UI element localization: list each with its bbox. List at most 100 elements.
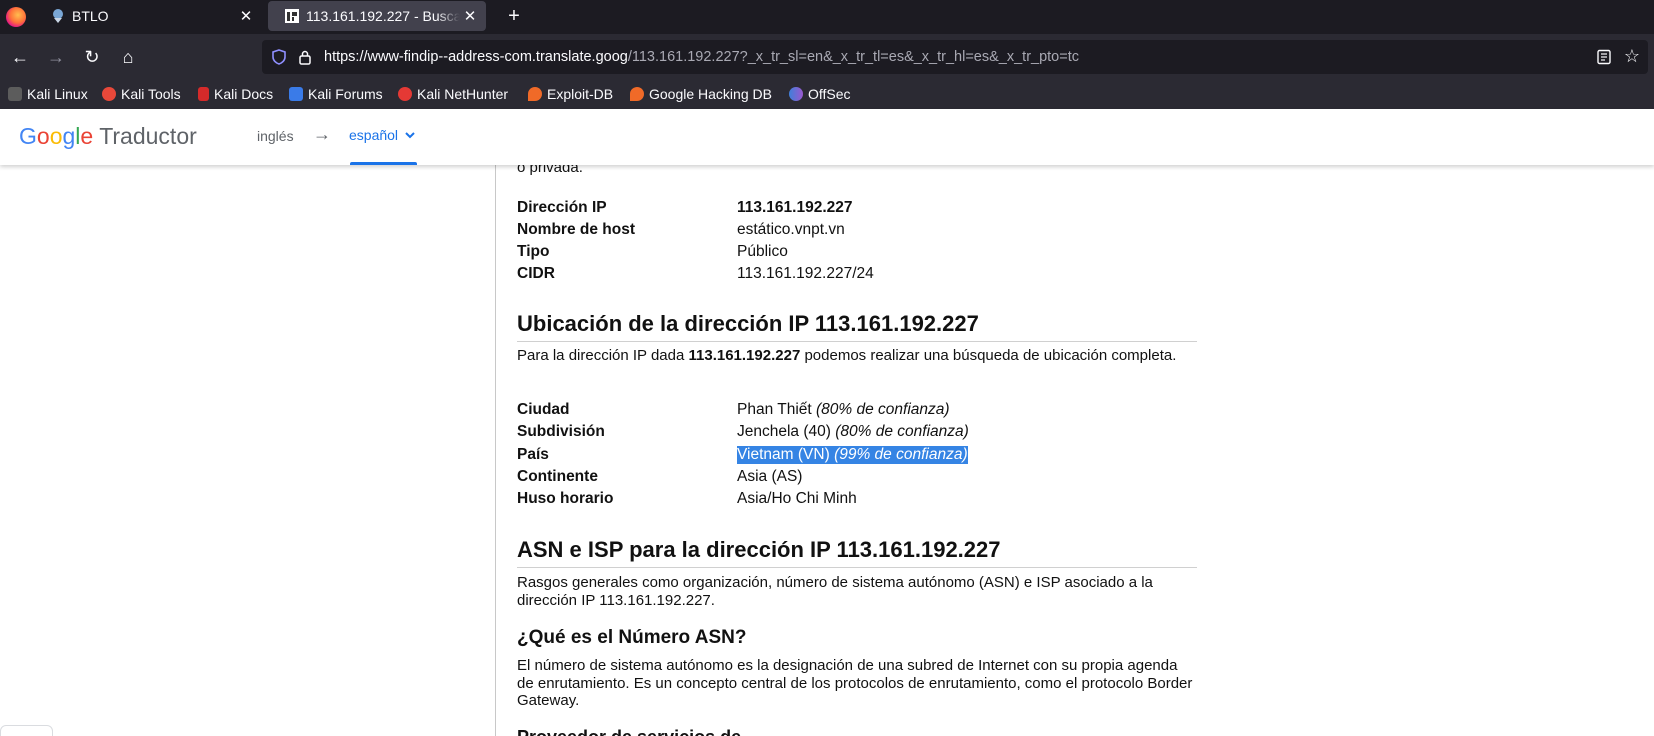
chevron-down-icon — [405, 132, 415, 139]
row-key: Tipo — [517, 243, 550, 260]
tab-btlo[interactable]: BTLO ✕ — [34, 1, 262, 31]
ip-row: Tipo Público — [517, 243, 1197, 265]
home-button[interactable]: ⌂ — [116, 45, 140, 69]
asn-intro: Rasgos generales como organización, núme… — [517, 574, 1153, 609]
kali-linux-icon — [8, 86, 22, 101]
bookmark-exploit-db[interactable]: Exploit-DB — [528, 80, 613, 107]
bookmark-kali-linux[interactable]: Kali Linux — [8, 80, 88, 107]
reader-view-icon[interactable] — [1596, 49, 1612, 65]
confidence: (99% de confianza) — [834, 446, 968, 463]
language-arrow-icon: → — [313, 124, 331, 144]
close-tab-icon[interactable]: ✕ — [236, 7, 256, 25]
target-language-dropdown[interactable]: español — [349, 127, 416, 143]
bookmark-label: Google Hacking DB — [649, 85, 772, 102]
ip-row: Dirección IP 113.161.192.227 — [517, 199, 1197, 221]
location-row: Continente Asia (AS) — [517, 468, 1197, 490]
bookmark-kali-docs[interactable]: Kali Docs — [198, 80, 273, 107]
row-key: Subdivisión — [517, 423, 605, 440]
row-value: Jenchela (40) (80% de confianza) — [737, 423, 969, 441]
exploit-db-icon — [528, 86, 542, 101]
logo-letter: e — [80, 123, 94, 149]
bookmarks-toolbar: Kali Linux Kali Tools Kali Docs Kali For… — [0, 80, 1654, 109]
column-divider — [495, 165, 496, 736]
active-language-indicator — [350, 162, 417, 165]
row-key: Nombre de host — [517, 221, 635, 238]
row-key: Dirección IP — [517, 199, 607, 216]
url-text[interactable]: https://www-findip--address-com.translat… — [324, 40, 1079, 74]
translate-header: Google Traductor inglés → español — [0, 109, 1654, 165]
url-host: https://www-findip--address-com.translat… — [324, 49, 628, 65]
close-tab-icon[interactable]: ✕ — [460, 7, 480, 25]
bookmark-offsec[interactable]: OffSec — [789, 80, 851, 107]
selected-row-value[interactable]: Vietnam (VN) (99% de confianza) — [737, 446, 968, 464]
bookmark-label: Kali Linux — [27, 85, 88, 102]
intro-ip: 113.161.192.227 — [688, 347, 801, 364]
logo-letter: g — [62, 123, 76, 149]
row-value: estático.vnpt.vn — [737, 221, 845, 238]
page-content: o privada. Dirección IP 113.161.192.227 … — [0, 165, 1654, 736]
url-bar[interactable]: https://www-findip--address-com.translat… — [262, 40, 1648, 74]
location-intro: Para la dirección IP dada 113.161.192.22… — [517, 347, 1197, 365]
row-value: Asia (AS) — [737, 468, 803, 485]
bookmark-label: Exploit-DB — [547, 85, 614, 102]
row-key: País — [517, 446, 549, 463]
logo-letter: o — [36, 123, 50, 149]
tab-findip[interactable]: 113.161.192.227 - Buscar d ✕ — [268, 1, 486, 31]
tab-title: 113.161.192.227 - Buscar d — [306, 8, 460, 24]
bookmark-kali-forums[interactable]: Kali Forums — [289, 80, 383, 107]
navigation-toolbar: ← → ↻ ⌂ https://www-findip--address-com.… — [0, 34, 1654, 80]
source-language[interactable]: inglés — [257, 128, 294, 144]
intro-text: Para la dirección IP dada — [517, 347, 689, 364]
new-tab-button[interactable]: + — [500, 3, 528, 31]
isp-heading: Proveedor de servicios de — [517, 727, 741, 736]
firefox-menu-icon[interactable] — [6, 7, 26, 27]
kali-docs-icon — [198, 86, 209, 101]
bookmark-star-icon[interactable]: ☆ — [1624, 46, 1640, 67]
row-value: Público — [737, 243, 788, 260]
bookmark-label: Kali Docs — [214, 85, 274, 102]
row-value: 113.161.192.227/24 — [737, 265, 874, 282]
side-panel-tab[interactable] — [0, 725, 53, 736]
location-heading: Ubicación de la dirección IP 113.161.192… — [517, 311, 1197, 342]
confidence: (80% de confianza) — [816, 401, 950, 418]
bookmark-label: Kali Tools — [121, 85, 181, 102]
tab-bar: BTLO ✕ 113.161.192.227 - Buscar d ✕ + — [0, 0, 1654, 34]
value-text: Jenchela (40) — [737, 423, 836, 440]
logo-letter: o — [49, 123, 63, 149]
bookmark-label: Kali Forums — [308, 85, 383, 102]
google-translate-logo[interactable]: Google Traductor — [19, 123, 197, 150]
confidence: (80% de confianza) — [835, 423, 969, 440]
kali-tools-icon — [102, 86, 116, 101]
btlo-favicon-icon — [53, 9, 63, 23]
bookmark-google-hacking-db[interactable]: Google Hacking DB — [630, 80, 772, 107]
tracking-protection-shield-icon[interactable] — [272, 49, 286, 65]
asn-heading: ASN e ISP para la dirección IP 113.161.1… — [517, 537, 1197, 568]
row-key: Continente — [517, 468, 598, 485]
bookmark-kali-nethunter[interactable]: Kali NetHunter — [398, 80, 508, 107]
value-text: Phan Thiết — [737, 401, 816, 418]
row-key: Ciudad — [517, 401, 570, 418]
ip-row: Nombre de host estático.vnpt.vn — [517, 221, 1197, 243]
asn-body: El número de sistema autónomo es la desi… — [517, 657, 1193, 709]
product-name: Traductor — [99, 123, 197, 149]
bookmark-label: OffSec — [808, 85, 851, 102]
location-row: País Vietnam (VN) (99% de confianza) — [517, 446, 1197, 468]
reload-button[interactable]: ↻ — [80, 45, 104, 69]
logo-letter: G — [19, 123, 37, 149]
value-text: Vietnam (VN) — [737, 446, 835, 463]
lock-icon[interactable] — [298, 49, 312, 65]
row-value: Phan Thiết (80% de confianza) — [737, 401, 950, 419]
forward-button[interactable]: → — [44, 45, 68, 69]
target-language: español — [349, 127, 399, 143]
bookmark-kali-tools[interactable]: Kali Tools — [102, 80, 181, 107]
offsec-icon — [789, 86, 803, 101]
bookmark-label: Kali NetHunter — [417, 85, 509, 102]
back-button[interactable]: ← — [8, 45, 32, 69]
ip-row: CIDR 113.161.192.227/24 — [517, 265, 1197, 287]
location-row: Ciudad Phan Thiết (80% de confianza) — [517, 401, 1197, 423]
findip-favicon-icon — [285, 9, 299, 23]
location-row: Subdivisión Jenchela (40) (80% de confia… — [517, 423, 1197, 445]
google-hacking-db-icon — [630, 86, 644, 101]
url-path: /113.161.192.227?_x_tr_sl=en&_x_tr_tl=es… — [627, 49, 1079, 65]
tab-title: BTLO — [72, 8, 109, 24]
